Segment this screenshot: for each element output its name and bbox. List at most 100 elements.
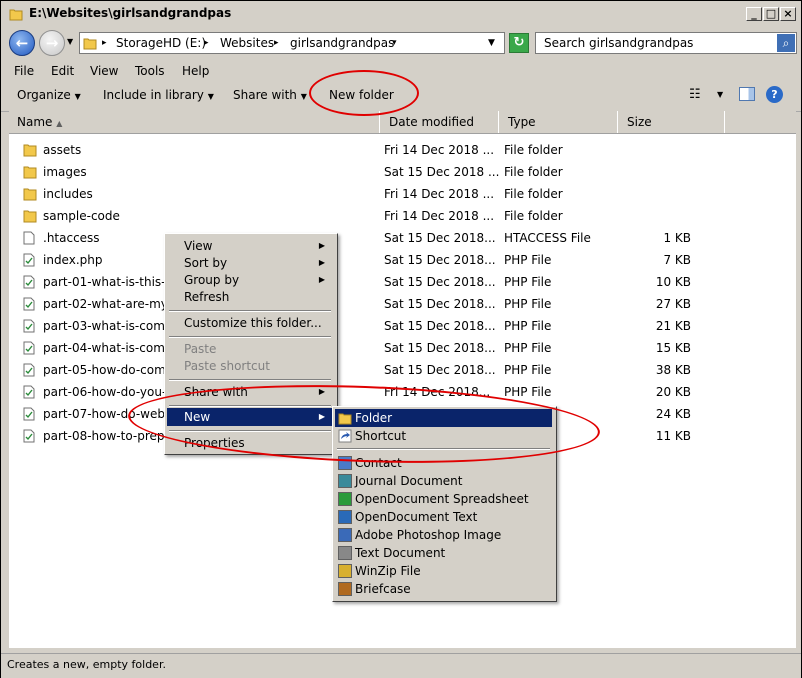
photoshop-icon [338, 528, 352, 542]
address-dropdown-icon[interactable]: ▼ [488, 38, 495, 48]
file-name: includes [43, 187, 93, 201]
search-icon[interactable]: ⌕ [777, 34, 795, 52]
refresh-button[interactable]: ↻ [509, 33, 529, 53]
breadcrumb-chevron-icon[interactable]: ▸ [204, 38, 209, 48]
menu-item-refresh[interactable]: Refresh [167, 288, 333, 306]
file-row[interactable]: .htaccess Sat 15 Dec 2018... HTACCESS File… [9, 227, 796, 249]
php-file-icon [23, 275, 35, 292]
submenu-item-briefcase[interactable]: Briefcase [335, 580, 552, 598]
include-in-library-label: Include in library [103, 88, 204, 102]
breadcrumb-chevron-icon[interactable]: ▾ [392, 38, 397, 48]
share-with-button[interactable]: Share with ▼ [233, 88, 307, 102]
view-options-icon[interactable]: ☷ [689, 87, 701, 102]
breadcrumb-websites[interactable]: Websites [220, 36, 274, 50]
menu-view[interactable]: View [90, 64, 118, 78]
forward-button[interactable]: → [39, 30, 65, 56]
file-date: Sat 15 Dec 2018... [384, 253, 496, 267]
file-row[interactable]: images Sat 15 Dec 2018 ... File folder [9, 161, 796, 183]
submenu-item-text-document[interactable]: Text Document [335, 544, 552, 562]
file-type: File folder [504, 143, 563, 157]
arrow-right-icon: → [45, 34, 59, 52]
window-title: E:\Websites\girlsandgrandpas [29, 6, 232, 20]
file-row[interactable]: part-04-what-is-compu Sat 15 Dec 2018... P… [9, 337, 796, 359]
menu-edit[interactable]: Edit [51, 64, 74, 78]
organize-button[interactable]: Organize ▼ [17, 88, 81, 102]
menu-item-group-by[interactable]: Group by ▶ [167, 271, 333, 289]
menu-item-paste: Paste [184, 342, 217, 356]
submenu-item-opendocument-text[interactable]: OpenDocument Text [335, 508, 552, 526]
menu-item-label: Group by [184, 273, 240, 287]
submenu-item-winzip-file[interactable]: WinZip File [335, 562, 552, 580]
submenu-item-adobe-photoshop-image[interactable]: Adobe Photoshop Image [335, 526, 552, 544]
file-name: sample-code [43, 209, 120, 223]
column-date-modified[interactable]: Date modified [381, 111, 499, 133]
file-type: PHP File [504, 341, 552, 355]
chevron-down-icon: ▼ [207, 92, 214, 101]
file-row[interactable]: part-01-what-is-this-w Sat 15 Dec 2018...… [9, 271, 796, 293]
search-box[interactable]: Search girlsandgrandpas ⌕ [535, 32, 797, 54]
submenu-item-opendocument-spreadsheet[interactable]: OpenDocument Spreadsheet [335, 490, 552, 508]
preview-pane-icon[interactable] [739, 87, 755, 101]
menu-item-sort-by[interactable]: Sort by ▶ [167, 254, 333, 272]
submenu-arrow-icon: ▶ [318, 275, 325, 284]
status-text: Creates a new, empty folder. [7, 658, 166, 671]
file-row[interactable]: part-03-what-is-compu Sat 15 Dec 2018... P… [9, 315, 796, 337]
journal-document-icon [338, 474, 352, 488]
file-row[interactable]: assets Fri 14 Dec 2018 ... File folder [9, 139, 796, 161]
menu-separator [169, 379, 331, 381]
file-row[interactable]: part-05-how-do-compu Sat 15 Dec 2018... PH… [9, 359, 796, 381]
breadcrumb-chevron-icon[interactable]: ▸ [274, 38, 279, 48]
include-in-library-button[interactable]: Include in library ▼ [103, 88, 214, 102]
file-name: part-04-what-is-compu [43, 341, 167, 355]
file-date: Fri 14 Dec 2018 ... [384, 209, 495, 223]
menu-item-view[interactable]: View ▶ [167, 237, 333, 255]
file-name: part-02-what-are-my-c [43, 297, 167, 311]
file-name: part-05-how-do-compu [43, 363, 167, 377]
menu-item-label: View [184, 239, 213, 253]
menu-file[interactable]: File [14, 64, 34, 78]
winzip-icon [338, 564, 352, 578]
file-name: images [43, 165, 87, 179]
annotation-circle [309, 70, 419, 116]
php-file-icon [23, 363, 35, 380]
file-row[interactable]: includes Fri 14 Dec 2018 ... File folder [9, 183, 796, 205]
file-type: PHP File [504, 363, 552, 377]
file-row[interactable]: sample-code Fri 14 Dec 2018 ... File folde… [9, 205, 796, 227]
file-name: assets [43, 143, 82, 157]
column-name[interactable]: Name ▲ [9, 111, 380, 133]
maximize-button[interactable]: □ [763, 7, 779, 21]
menu-separator [169, 336, 331, 338]
submenu-item-journal-document[interactable]: Journal Document [335, 472, 552, 490]
minimize-button[interactable]: _ [746, 7, 762, 21]
search-input[interactable]: Search girlsandgrandpas [544, 36, 693, 50]
file-date: Sat 15 Dec 2018... [384, 231, 496, 245]
menu-item-label: Sort by [184, 256, 228, 270]
sort-ascending-icon: ▲ [56, 119, 63, 128]
address-bar[interactable]: ▸ StorageHD (E:) ▸ Websites ▸ girlsandgr… [79, 32, 505, 54]
file-row[interactable]: part-02-what-are-my-c Sat 15 Dec 2018... P… [9, 293, 796, 315]
chevron-down-icon[interactable]: ▼ [717, 90, 723, 99]
menu-tools[interactable]: Tools [135, 64, 165, 78]
folder-icon [9, 9, 23, 21]
menu-item-customize-folder[interactable]: Customize this folder... [167, 314, 333, 332]
breadcrumb-girlsandgrandpas[interactable]: girlsandgrandpas [290, 36, 394, 50]
column-size[interactable]: Size [619, 111, 725, 133]
close-button[interactable]: × [780, 7, 796, 21]
file-size: 1 KB [663, 231, 691, 245]
file-row[interactable]: index.php Sat 15 Dec 2018... PHP File 7 KB [9, 249, 796, 271]
column-type[interactable]: Type [500, 111, 618, 133]
back-button[interactable]: ← [9, 30, 35, 56]
menu-help[interactable]: Help [182, 64, 209, 78]
share-with-label: Share with [233, 88, 297, 102]
php-file-icon [23, 319, 35, 336]
php-file-icon [23, 253, 35, 270]
folder-icon [23, 143, 37, 160]
file-date: Fri 14 Dec 2018 ... [384, 187, 495, 201]
breadcrumb-chevron-icon[interactable]: ▸ [102, 38, 107, 48]
folder-icon [23, 187, 37, 204]
recent-pages-chevron-icon[interactable]: ▼ [67, 37, 73, 46]
help-icon[interactable]: ? [766, 86, 783, 103]
menu-separator [169, 310, 331, 312]
breadcrumb-storagehd[interactable]: StorageHD (E:) [116, 36, 206, 50]
file-name: part-06-how-do-you-g [43, 385, 167, 399]
